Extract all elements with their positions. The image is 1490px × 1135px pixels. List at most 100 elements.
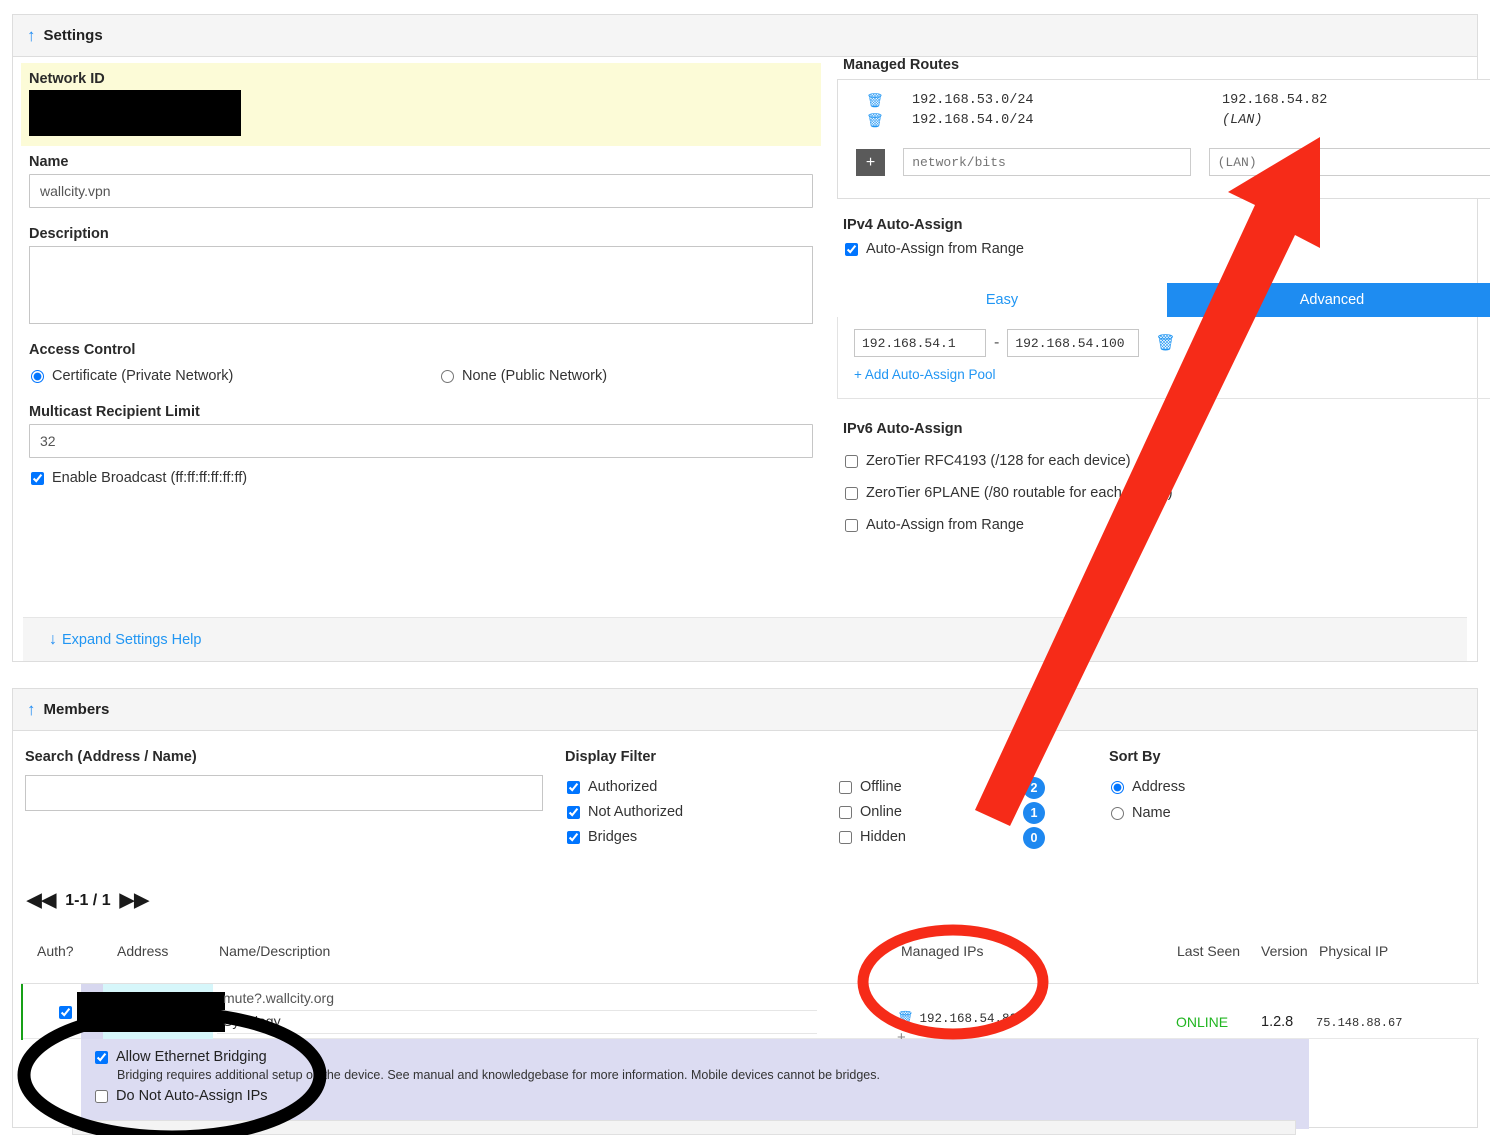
do-not-auto-assign-label: Do Not Auto-Assign IPs xyxy=(116,1088,268,1104)
members-body: Search (Address / Name) Display Filter A… xyxy=(13,731,1479,1129)
access-radio-none[interactable] xyxy=(441,369,454,383)
sort-option-name[interactable]: Name xyxy=(1109,805,1409,821)
filter-online[interactable]: Online xyxy=(837,804,902,820)
ipv6-rfc4193-checkbox[interactable] xyxy=(845,454,858,468)
member-search-label: Search (Address / Name) xyxy=(25,749,197,765)
route-target: 192.168.54.0/24 xyxy=(912,112,1034,128)
sort-radio-address[interactable] xyxy=(1111,780,1124,794)
settings-section-header[interactable]: ↑ Settings xyxy=(13,15,1477,57)
description-label: Description xyxy=(29,226,109,242)
filter-hidden-checkbox[interactable] xyxy=(839,830,852,844)
filter-not-authorized-label: Not Authorized xyxy=(588,804,684,820)
delete-managed-ip-icon[interactable]: 🗑 xyxy=(897,1011,914,1026)
filter-not-authorized-checkbox[interactable] xyxy=(567,805,580,819)
allow-ethernet-bridging-row[interactable]: Allow Ethernet Bridging xyxy=(93,1049,1309,1065)
ipv6-6plane-checkbox[interactable] xyxy=(845,486,858,500)
collapse-up-icon[interactable]: ↑ xyxy=(27,27,36,44)
badge-hidden-count: 0 xyxy=(1023,827,1045,849)
route-network-input[interactable] xyxy=(903,148,1191,176)
allow-ethernet-bridging-label: Allow Ethernet Bridging xyxy=(116,1049,267,1065)
settings-body: Network ID Name Description Access Contr… xyxy=(13,57,1490,617)
ipv6-range-label: Auto-Assign from Range xyxy=(866,517,1024,533)
tab-advanced[interactable]: Advanced xyxy=(1167,283,1490,317)
managed-route-row: 🗑 192.168.53.0/24 192.168.54.82 xyxy=(838,90,1490,110)
pager-first-icon[interactable]: ◀◀ xyxy=(27,889,56,912)
sort-by-column: Sort By Address Name xyxy=(1109,749,1409,821)
managed-routes-label: Managed Routes xyxy=(843,57,960,73)
row-version: 1.2.8 xyxy=(1261,1014,1294,1030)
column-header-version: Version xyxy=(1261,943,1308,959)
ipv4-auto-assign-checkbox[interactable] xyxy=(845,242,858,256)
ipv6-6plane-row[interactable]: ZeroTier 6PLANE (/80 routable for each d… xyxy=(837,485,1490,501)
pool-end-input[interactable] xyxy=(1007,329,1140,357)
filter-authorized-checkbox[interactable] xyxy=(567,780,580,794)
pager-last-icon[interactable]: ▶▶ xyxy=(120,889,149,912)
display-filter-grid: Authorized Not Authorized Bridges Offlin… xyxy=(565,777,1085,859)
filter-not-authorized[interactable]: Not Authorized xyxy=(565,804,683,820)
expand-settings-help-link[interactable]: Expand Settings Help xyxy=(62,632,201,648)
members-pagination: ◀◀ 1-1 / 1 ▶▶ xyxy=(27,889,149,912)
column-header-last-seen: Last Seen xyxy=(1177,943,1241,959)
member-expanded-options: Allow Ethernet Bridging Bridging require… xyxy=(81,1039,1309,1129)
collapse-up-icon[interactable]: ↑ xyxy=(27,701,36,718)
access-option-certificate-label: Certificate (Private Network) xyxy=(52,368,234,384)
member-expand-inner-panel xyxy=(72,1120,1296,1135)
network-name-input[interactable] xyxy=(29,174,813,208)
member-search-column: Search (Address / Name) xyxy=(25,749,545,811)
multicast-limit-input[interactable] xyxy=(29,424,813,458)
sort-option-address[interactable]: Address xyxy=(1109,779,1409,795)
ipv6-range-row[interactable]: Auto-Assign from Range xyxy=(837,517,1490,533)
row-name-input[interactable]: mute?.wallcity.org xyxy=(217,990,817,1011)
filter-hidden[interactable]: Hidden xyxy=(837,829,906,845)
delete-pool-icon[interactable]: 🗑 xyxy=(1155,333,1175,353)
access-radio-certificate[interactable] xyxy=(31,369,44,383)
pool-start-input[interactable] xyxy=(854,329,986,357)
access-control-label: Access Control xyxy=(29,342,136,358)
ipv6-rfc4193-row[interactable]: ZeroTier RFC4193 (/128 for each device) xyxy=(837,453,1490,469)
access-option-certificate[interactable]: Certificate (Private Network) xyxy=(29,368,439,384)
filter-bridges[interactable]: Bridges xyxy=(565,829,637,845)
allow-ethernet-bridging-checkbox[interactable] xyxy=(95,1050,108,1064)
filter-bridges-checkbox[interactable] xyxy=(567,830,580,844)
column-header-address: Address xyxy=(117,943,169,959)
row-physical-ip: 75.148.88.67 xyxy=(1316,1016,1403,1030)
network-description-input[interactable] xyxy=(29,246,813,324)
sort-option-address-label: Address xyxy=(1132,779,1186,795)
enable-broadcast-row[interactable]: Enable Broadcast (ff:ff:ff:ff:ff:ff) xyxy=(21,470,821,486)
display-filter-column: Display Filter Authorized Not Authorized… xyxy=(565,749,1085,859)
add-auto-assign-pool-link[interactable]: + Add Auto-Assign Pool xyxy=(854,367,995,382)
members-section-header[interactable]: ↑ Members xyxy=(13,689,1477,731)
ipv4-auto-assign-row[interactable]: Auto-Assign from Range xyxy=(837,241,1490,257)
table-row[interactable]: mute?.wallcity.org Synology 🗑 192.168.54… xyxy=(21,983,1479,1045)
tab-easy[interactable]: Easy xyxy=(837,283,1167,317)
row-authorized-checkbox[interactable] xyxy=(59,1006,72,1019)
delete-route-icon[interactable]: 🗑 xyxy=(866,92,892,109)
filter-online-checkbox[interactable] xyxy=(839,805,852,819)
pager-range-text: 1-1 / 1 xyxy=(65,891,111,909)
delete-route-icon[interactable]: 🗑 xyxy=(866,112,892,129)
enable-broadcast-checkbox[interactable] xyxy=(31,471,44,485)
ipv6-range-checkbox[interactable] xyxy=(845,518,858,532)
expand-settings-help-bar[interactable]: ↓ Expand Settings Help xyxy=(23,617,1467,661)
member-search-input[interactable] xyxy=(25,775,543,811)
ipv4-mode-tabs: Easy Advanced xyxy=(837,283,1490,317)
do-not-auto-assign-checkbox[interactable] xyxy=(95,1089,108,1103)
filter-online-label: Online xyxy=(860,804,902,820)
filter-offline-checkbox[interactable] xyxy=(839,780,852,794)
expand-down-icon: ↓ xyxy=(49,630,57,648)
ipv6-6plane-label: ZeroTier 6PLANE (/80 routable for each d… xyxy=(866,485,1173,501)
settings-title: Settings xyxy=(43,27,103,44)
sort-radio-name[interactable] xyxy=(1111,806,1124,820)
filter-authorized[interactable]: Authorized xyxy=(565,779,657,795)
sort-by-label: Sort By xyxy=(1109,749,1161,765)
filter-bridges-label: Bridges xyxy=(588,829,638,845)
row-description-input[interactable]: Synology xyxy=(217,1013,817,1034)
filter-offline[interactable]: Offline xyxy=(837,779,902,795)
managed-route-row: 🗑 192.168.54.0/24 (LAN) xyxy=(838,110,1490,130)
route-via-input[interactable] xyxy=(1208,148,1490,176)
add-route-button[interactable]: + xyxy=(856,148,886,176)
access-option-none[interactable]: None (Public Network) xyxy=(439,368,607,384)
do-not-auto-assign-row[interactable]: Do Not Auto-Assign IPs xyxy=(93,1088,1309,1104)
access-control-radio-group: Certificate (Private Network) None (Publ… xyxy=(21,368,821,384)
name-label: Name xyxy=(29,154,69,170)
